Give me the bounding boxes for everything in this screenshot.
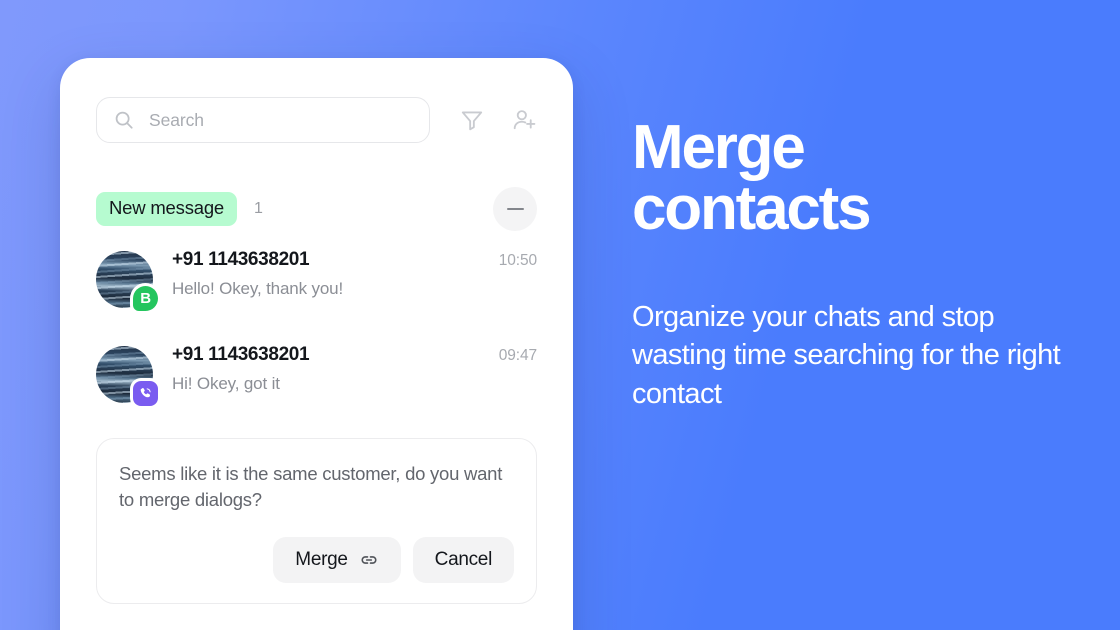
chat-panel: New message 1 B +91 1143638201 10:50 [60,58,573,630]
minus-icon [506,207,524,211]
new-message-badge: New message [96,192,238,226]
merge-dialog-actions: Merge Cancel [119,536,514,583]
avatar: B [96,251,158,311]
viber-channel-badge [133,381,158,406]
search-field[interactable] [96,97,430,143]
chat-item-top-line: +91 1143638201 10:50 [172,249,537,271]
chat-message-preview: Hello! Okey, thank you! [172,279,344,298]
search-input[interactable] [147,108,413,132]
chat-list-item[interactable]: +91 1143638201 09:47 Hi! Okey, got it [96,343,537,438]
chat-list-item[interactable]: B +91 1143638201 10:50 Hello! Okey, than… [96,248,537,343]
merge-dialog-message: Seems like it is the same customer, do y… [119,463,503,511]
merge-button-label: Merge [295,548,348,570]
promo-banner: New message 1 B +91 1143638201 10:50 [0,0,1120,630]
promo-title: Merge contacts [632,113,872,243]
cancel-button-label: Cancel [434,548,493,570]
business-channel-badge: B [133,286,158,311]
avatar [96,346,158,406]
cancel-button[interactable]: Cancel [412,536,514,583]
new-message-section-header: New message 1 [96,186,537,232]
add-user-icon[interactable] [511,107,537,133]
chat-item-content: +91 1143638201 09:47 Hi! Okey, got it [172,343,537,394]
search-icon [115,111,133,129]
chat-item-content: +91 1143638201 10:50 Hello! Okey, thank … [172,248,537,299]
phone-icon [140,388,151,398]
chat-contact-name: +91 1143638201 [172,344,310,365]
collapse-section-button[interactable] [493,187,537,231]
link-icon [361,555,377,564]
chat-timestamp: 10:50 [498,252,537,269]
chat-message-preview: Hi! Okey, got it [172,374,280,393]
chat-list: B +91 1143638201 10:50 Hello! Okey, than… [96,248,537,438]
promo-subtitle: Organize your chats and stop wasting tim… [632,300,1061,410]
business-badge-letter: B [140,290,151,307]
promo-content: Merge contacts Organize your chats and s… [632,113,1062,413]
chat-timestamp: 09:47 [498,347,537,364]
filter-icon[interactable] [459,107,485,133]
panel-header [96,97,537,143]
new-message-count: 1 [254,200,263,217]
merge-dialog-card: Seems like it is the same customer, do y… [96,438,537,604]
merge-button[interactable]: Merge [273,536,401,583]
chat-item-top-line: +91 1143638201 09:47 [172,344,537,366]
chat-contact-name: +91 1143638201 [172,249,310,270]
